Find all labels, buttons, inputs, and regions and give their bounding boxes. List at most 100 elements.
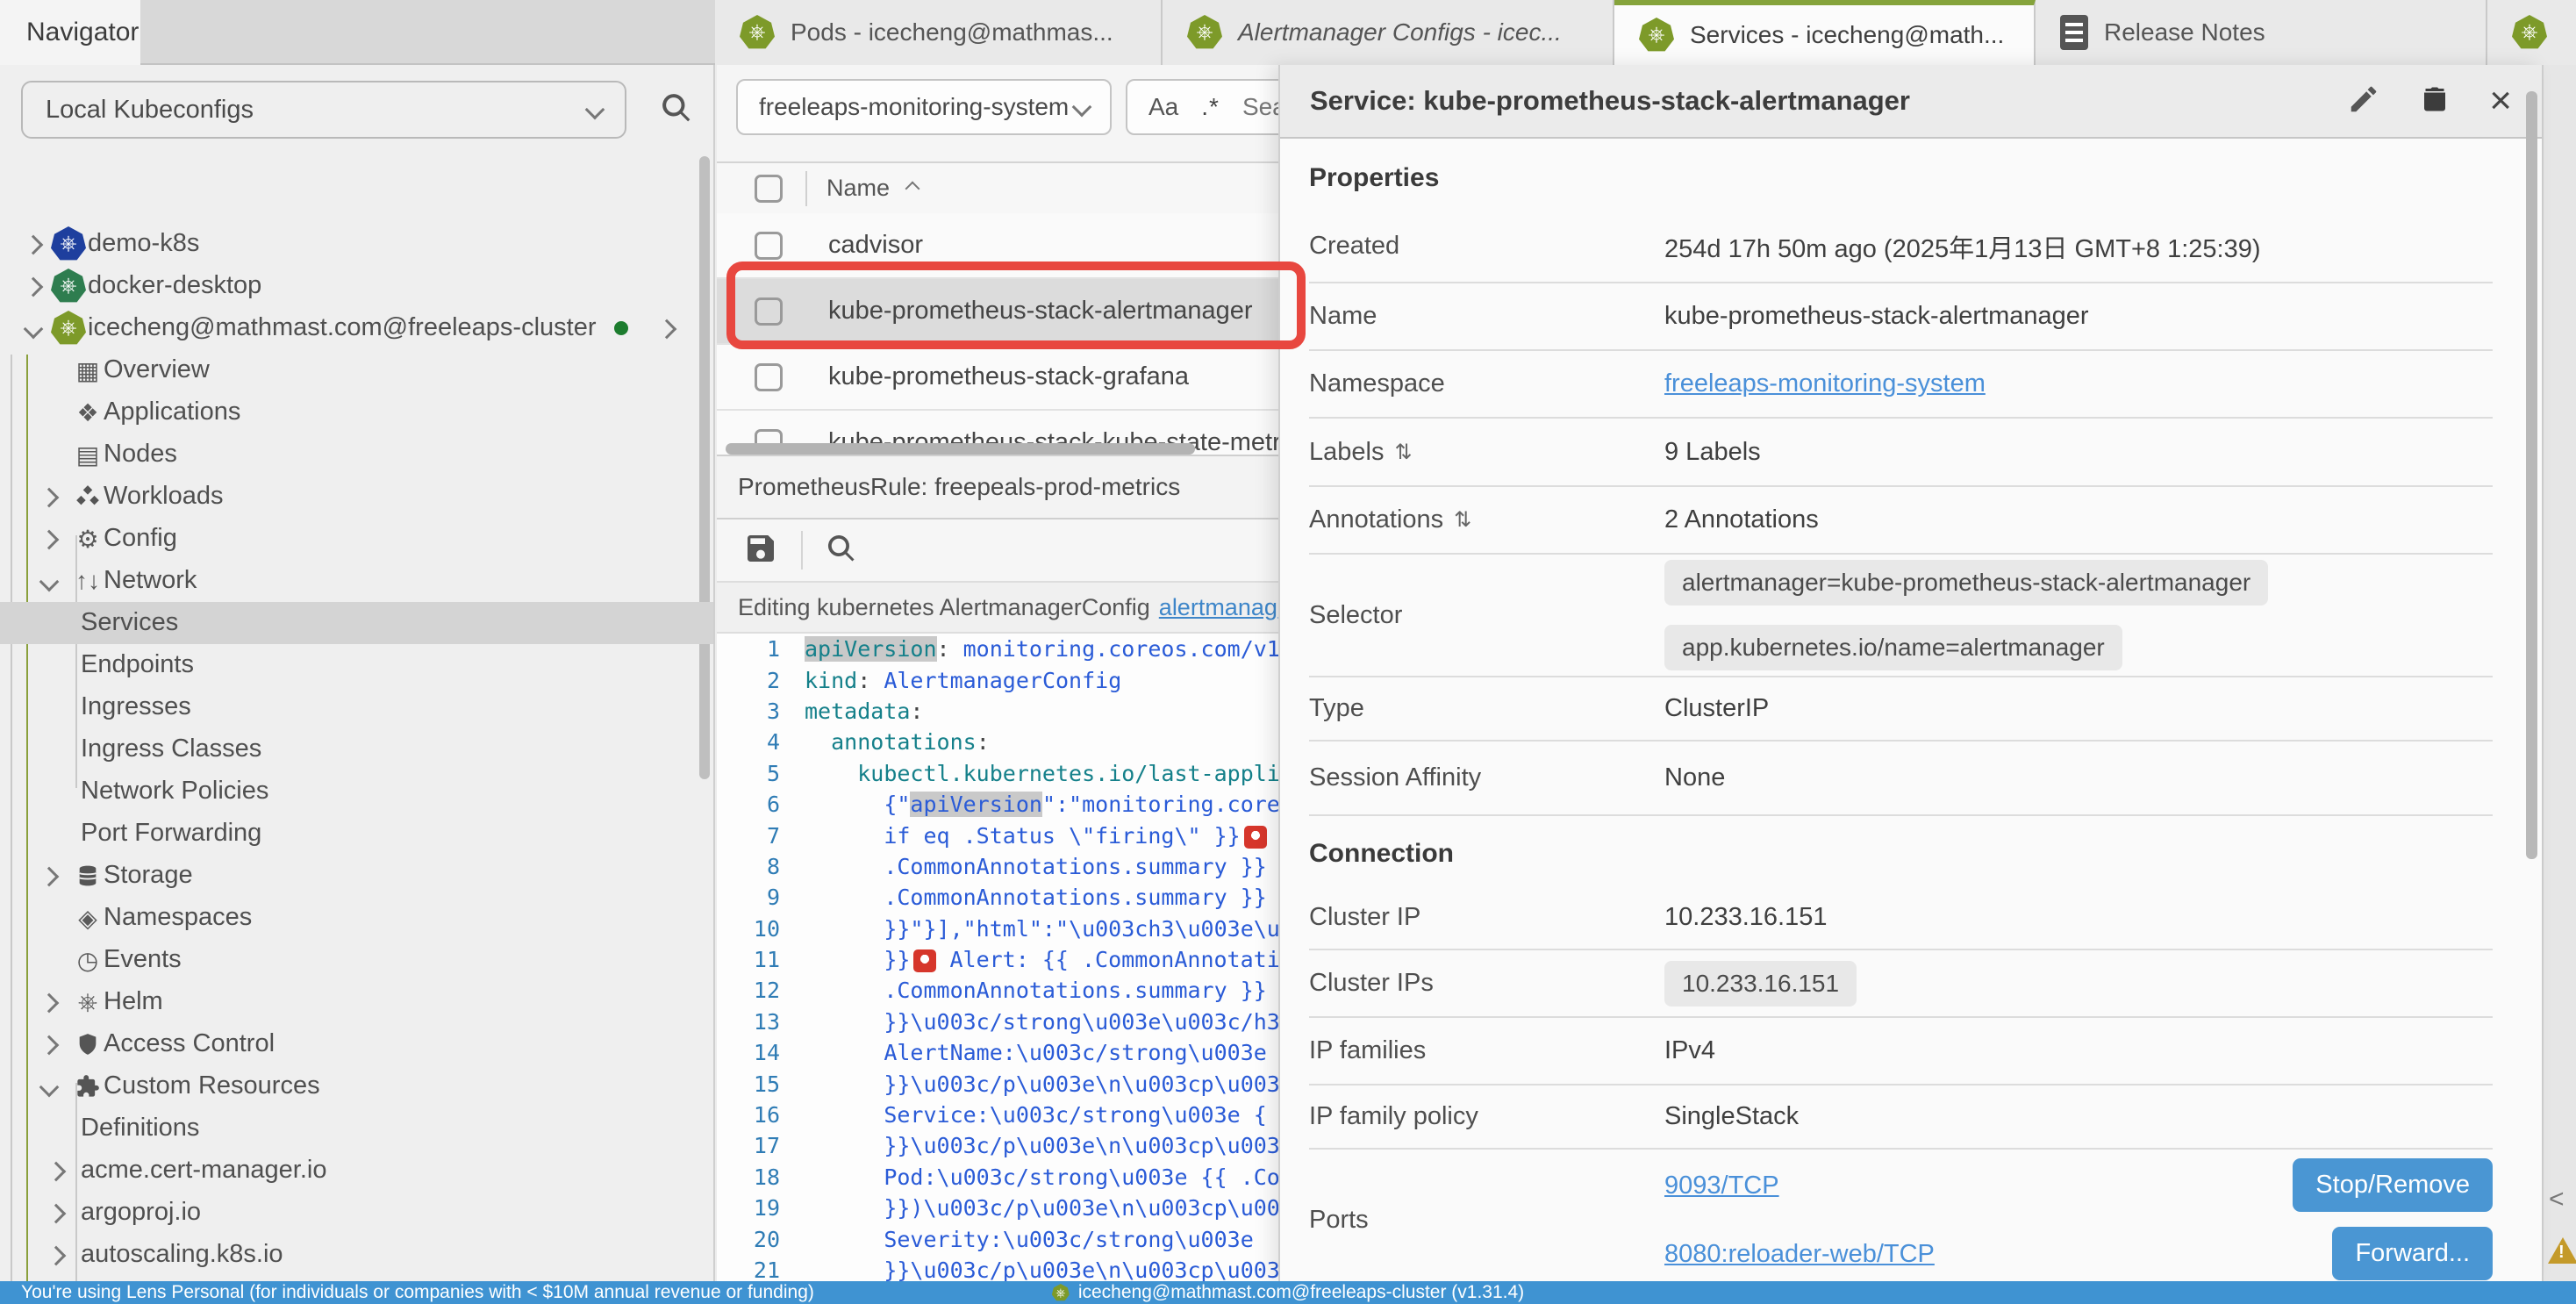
chevron-right-icon[interactable] (47, 1246, 67, 1266)
sidebar-item-ingresses[interactable]: Ingresses (0, 686, 715, 728)
sidebar-item-label: Overview (104, 355, 210, 384)
sidebar-item-network-policies[interactable]: Network Policies (0, 770, 715, 813)
chevron-right-icon[interactable] (39, 488, 60, 508)
code-text: }}\u003c/strong\u003e\u003c/h3 (805, 1009, 1280, 1035)
chevron-right-icon[interactable] (47, 1204, 67, 1224)
chevron-down-icon[interactable] (39, 1078, 60, 1098)
save-icon[interactable] (743, 531, 778, 570)
tab-pods-icecheng-mathmas[interactable]: ⎈Pods - icecheng@mathmas... (715, 0, 1163, 65)
tab-partial[interactable]: ⎈ (2487, 0, 2576, 65)
chevron-right-icon[interactable] (39, 993, 60, 1014)
detail-label: Created (1309, 232, 1664, 261)
sidebar-item-label: Services (81, 608, 178, 637)
line-number: 20 (717, 1227, 805, 1252)
sort-toggle-icon[interactable]: ⇅ (1394, 440, 1412, 465)
sidebar-item-custom-resources[interactable]: Custom Resources (0, 1065, 715, 1107)
port-link[interactable]: 9093/TCP (1664, 1171, 1779, 1200)
sidebar-item-access-control[interactable]: Access Control (0, 1023, 715, 1065)
chevron-right-icon[interactable] (24, 277, 44, 297)
sidebar-item-label: Access Control (104, 1029, 275, 1058)
sidebar-item-config[interactable]: ⚙Config (0, 518, 715, 560)
sidebar-item-acme-cert-manager-io[interactable]: acme.cert-manager.io (0, 1150, 715, 1192)
row-checkbox[interactable] (755, 297, 783, 326)
name-column-header[interactable]: Name (826, 175, 890, 202)
select-all-checkbox[interactable] (755, 175, 783, 203)
sidebar-item-events[interactable]: ◷Events (0, 939, 715, 981)
sidebar-item-autoscaling-k8s-io[interactable]: autoscaling.k8s.io (0, 1234, 715, 1276)
lens-app-window: Navigator ⎈Pods - icecheng@mathmas...⎈Al… (0, 0, 2576, 1304)
sidebar-item-network[interactable]: ↑↓Network (0, 560, 715, 602)
prometheusrule-title: PrometheusRule: freepeals-prod-metrics (738, 473, 1180, 501)
chevron-right-icon[interactable] (657, 319, 677, 340)
sidebar-item-argoproj-io[interactable]: argoproj.io (0, 1192, 715, 1234)
kubernetes-icon: ⎈ (51, 226, 86, 262)
active-cluster-status[interactable]: ⎈ icecheng@mathmast.com@freeleaps-cluste… (1052, 1282, 1524, 1303)
port-action-button[interactable]: Stop/Remove (2293, 1158, 2493, 1212)
section-title-connection: Connection (1309, 816, 2493, 886)
delete-trash-icon[interactable] (2419, 82, 2451, 121)
close-icon[interactable]: × (2489, 82, 2512, 120)
sidebar-item-label: Helm (104, 987, 163, 1016)
sidebar-item-helm[interactable]: ⎈Helm (0, 981, 715, 1023)
sidebar-item-ingress-classes[interactable]: Ingress Classes (0, 728, 715, 770)
sidebar-item-nodes[interactable]: ▤Nodes (0, 433, 715, 476)
sidebar-item-demo-k8s[interactable]: ⎈demo-k8s (0, 223, 715, 265)
namespace-select[interactable]: freeleaps-monitoring-system (736, 79, 1112, 135)
line-number: 10 (717, 916, 805, 942)
sidebar-item-services[interactable]: Services (0, 602, 715, 644)
code-text: }}"}],"html":"\u003ch3\u003e\u (805, 916, 1280, 942)
drawer-scrollbar[interactable] (2526, 91, 2537, 859)
line-number: 11 (717, 947, 805, 972)
sidebar-item-port-forwarding[interactable]: Port Forwarding (0, 813, 715, 855)
code-text: }}\u003c/p\u003e\n\u003cp\u003 (805, 1071, 1280, 1097)
detail-row-created: Created254d 17h 50m ago (2025年1月13日 GMT+… (1309, 211, 2493, 283)
sidebar-item-storage[interactable]: Storage (0, 855, 715, 897)
row-checkbox[interactable] (755, 363, 783, 391)
chevron-right-icon[interactable] (24, 235, 44, 255)
sidebar-item-endpoints[interactable]: Endpoints (0, 644, 715, 686)
sidebar-item-workloads[interactable]: Workloads (0, 476, 715, 518)
detail-value: 9093/TCP Stop/Remove 8080:reloader-web/TCP… (1664, 1151, 2493, 1281)
navigator-panel-tab[interactable]: Navigator (0, 0, 140, 65)
chevron-down-icon[interactable] (39, 572, 60, 592)
sidebar-item-namespaces[interactable]: ◈Namespaces (0, 897, 715, 939)
value-badge[interactable]: alertmanager=kube-prometheus-stack-alert… (1664, 560, 2268, 605)
navigator-sidebar: Local Kubeconfigs ⎈demo-k8s⎈docker-deskt… (0, 65, 715, 1281)
sidebar-item-overview[interactable]: ▦Overview (0, 349, 715, 391)
namespace-link[interactable]: freeleaps-monitoring-system (1664, 369, 1986, 398)
chevron-right-icon[interactable] (39, 867, 60, 887)
connected-status-dot (614, 321, 628, 335)
detail-label: Type (1309, 694, 1664, 723)
code-text: if eq .Status \"firing\" }} (805, 823, 1267, 849)
editor-search-icon[interactable] (826, 533, 857, 569)
horizontal-scrollbar[interactable] (726, 443, 1195, 455)
helm-icon: ⎈ (70, 985, 105, 1020)
value-badge[interactable]: 10.233.16.151 (1664, 961, 1857, 1007)
chevron-right-icon[interactable] (39, 1035, 60, 1056)
kubeconfig-select[interactable]: Local Kubeconfigs (21, 81, 626, 139)
sidebar-item-icecheng-mathmast-com-freeleaps-cluster[interactable]: ⎈icecheng@mathmast.com@freeleaps-cluster (0, 307, 715, 349)
sidebar-item-applications[interactable]: ❖Applications (0, 391, 715, 433)
match-case-toggle[interactable]: Aa (1148, 93, 1178, 121)
sidebar-item-definitions[interactable]: Definitions (0, 1107, 715, 1150)
search-icon[interactable] (660, 91, 693, 129)
tab-services-icecheng-math[interactable]: ⎈Services - icecheng@math...✕ (1614, 0, 2036, 65)
port-link[interactable]: 8080:reloader-web/TCP (1664, 1240, 1935, 1269)
tab-release-notes[interactable]: Release Notes (2036, 0, 2487, 65)
tab-alertmanager-configs-icec[interactable]: ⎈Alertmanager Configs - icec... (1163, 0, 1614, 65)
chevron-right-icon[interactable] (39, 530, 60, 550)
row-checkbox[interactable] (755, 232, 783, 260)
sidebar-item-docker-desktop[interactable]: ⎈docker-desktop (0, 265, 715, 307)
line-number: 21 (717, 1257, 805, 1281)
overview-icon: ▦ (70, 353, 105, 388)
edit-pencil-icon[interactable] (2347, 82, 2380, 120)
sort-toggle-icon[interactable]: ⇅ (1454, 507, 1471, 533)
port-action-button[interactable]: Forward... (2332, 1227, 2493, 1280)
chevron-down-icon[interactable] (24, 319, 44, 340)
chevron-right-icon[interactable] (47, 1162, 67, 1182)
chevron-left-icon[interactable]: < (2549, 1185, 2565, 1214)
value-badge[interactable]: app.kubernetes.io/name=alertmanager (1664, 625, 2122, 670)
config-icon: ⚙ (70, 521, 105, 556)
warning-icon[interactable] (2548, 1237, 2576, 1264)
regex-toggle[interactable]: .* (1201, 93, 1220, 121)
